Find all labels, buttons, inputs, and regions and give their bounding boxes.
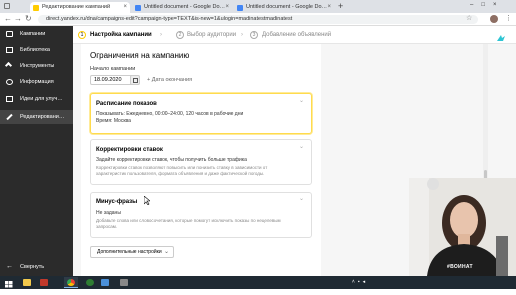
taskbar-app[interactable] [83,277,97,288]
browser-menu-icon[interactable]: ⋮ [505,14,512,22]
minimize-icon[interactable]: – [470,2,481,8]
taskbar-chrome[interactable] [64,277,78,288]
additional-settings-label: Дополнительные настройки [97,249,162,255]
close-window-icon[interactable]: × [493,2,505,8]
schedule-timezone: Время: Москва [96,118,131,124]
sidebar-item-tools[interactable]: Инструменты [0,59,73,73]
windows-start-icon[interactable] [2,277,16,288]
bid-adjustments-hint: Задайте корректировки ставок, чтобы полу… [96,157,247,163]
new-tab-icon[interactable]: + [338,1,343,11]
step-2-label[interactable]: Выбор аудитории [187,31,236,39]
step-2-number: 2 [176,31,184,39]
info-icon [6,79,13,85]
sidebar-item-library[interactable]: Библиотека [0,43,73,57]
step-3-label[interactable]: Добавление объявлений [262,31,331,39]
close-tab-icon[interactable]: × [225,2,229,13]
app-icon [101,279,109,286]
tools-icon [4,61,13,70]
negative-keywords-desc: Добавьте слова или словосочетания, котор… [96,218,281,223]
schedule-title: Расписание показов [96,101,157,107]
step-1-number: 1 [78,31,86,39]
browser-tab-active[interactable]: Редактирование кампаний × [30,2,130,13]
sidebar-item-label: Информация [20,79,54,85]
taskbar-app[interactable] [98,277,112,288]
bid-adjustments-title: Корректировки ставок [96,147,163,153]
taskbar-app[interactable] [37,277,51,288]
collapse-label: Свернуть [20,264,45,270]
browser-tab[interactable]: Untitled document - Google Do… × [132,2,232,13]
browser-tab[interactable]: Untitled document - Google Do… × [234,2,334,13]
collapse-sidebar-button[interactable]: ← Свернуть [0,260,73,274]
start-date-input[interactable]: 18.09.2020 [90,75,134,85]
app-icon [40,279,48,286]
restrictions-title: Ограничения на кампанию [90,51,190,60]
window-menu-icon[interactable] [4,3,10,9]
presenter-image [409,178,516,276]
sidebar-item-label: Идеи для улуч… [20,96,63,102]
campaigns-icon [6,31,13,37]
mouse-cursor-icon [143,192,151,206]
windows-logo-icon [5,281,13,288]
close-tab-icon[interactable]: × [123,2,127,13]
ideas-icon [6,96,13,102]
negative-keywords-value: Не заданы [96,210,121,216]
negative-keywords-desc: запросам. [96,224,118,229]
schedule-details: Показывать: Ежедневно, 00:00–24:00, 120 … [96,111,244,117]
system-tray: ˄▪◂ [330,279,390,285]
step-3-number: 3 [250,31,258,39]
taskbar-app[interactable] [117,277,131,288]
sidebar-item-campaigns[interactable]: Кампании [0,27,73,41]
close-tab-icon[interactable]: × [327,2,331,13]
step-1-label[interactable]: Настройка кампании [90,31,152,39]
bookmark-star-icon[interactable]: ☆ [466,14,472,22]
step-separator-icon: › [160,32,162,38]
tab-title: Untitled document - Google Do… [246,4,328,10]
chrome-icon [67,279,75,286]
back-icon[interactable]: ← [4,14,12,24]
step-separator-icon: › [241,32,243,38]
library-icon [6,47,13,53]
google-docs-favicon-icon [237,5,243,11]
tab-title: Редактирование кампаний [42,4,111,10]
chevron-down-icon: ⌄ [163,249,169,255]
sidebar-item-label: Библиотека [20,47,50,53]
arrow-left-icon: ← [6,263,13,270]
sidebar-item-ideas[interactable]: Идеи для улуч… [0,92,73,106]
app-icon [120,279,128,286]
window-controls: –□× [470,2,504,8]
volume-icon[interactable]: ◂ [363,279,369,285]
chevron-down-icon[interactable]: ⌄ [299,195,304,202]
chevron-down-icon[interactable]: ⌄ [299,143,304,150]
start-date-label: Начало кампании [90,66,136,72]
app-icon [86,279,94,286]
webcam-overlay: #ВОИНАТ [409,178,516,276]
maximize-icon[interactable]: □ [481,2,493,8]
folder-icon [23,279,31,286]
additional-settings-button[interactable]: Дополнительные настройки ⌄ [90,246,174,258]
feedback-bird-icon[interactable] [496,30,506,41]
reload-icon[interactable]: ↻ [25,14,32,24]
tab-title: Untitled document - Google Do… [144,4,226,10]
edit-icon [6,113,13,121]
yandex-direct-favicon-icon [33,5,39,11]
sidebar-item-edit[interactable]: Редактировани… [0,110,73,124]
lamp-icon [427,178,439,190]
sidebar-item-label: Редактировани… [20,114,65,120]
forward-icon[interactable]: → [14,14,22,24]
chevron-down-icon[interactable]: ⌄ [299,97,304,104]
end-date-link[interactable]: + Дата окончания [147,77,192,83]
sidebar-item-label: Кампании [20,31,46,37]
sidebar-item-info[interactable]: Информация [0,75,73,89]
profile-avatar[interactable] [490,15,498,23]
calendar-button[interactable] [130,75,140,85]
sidebar-item-label: Инструменты [20,63,55,69]
bid-adjustments-desc: характеристик пользователя, формата объя… [96,171,265,176]
url-field[interactable]: direct.yandex.ru/dna/campaigns-edit?camp… [38,15,478,24]
negative-keywords-title: Минус-фразы [96,199,138,205]
google-docs-favicon-icon [135,5,141,11]
taskbar-file-explorer[interactable] [20,277,34,288]
calendar-icon [133,78,138,83]
webcam-caption: #ВОИНАТ [447,264,473,270]
